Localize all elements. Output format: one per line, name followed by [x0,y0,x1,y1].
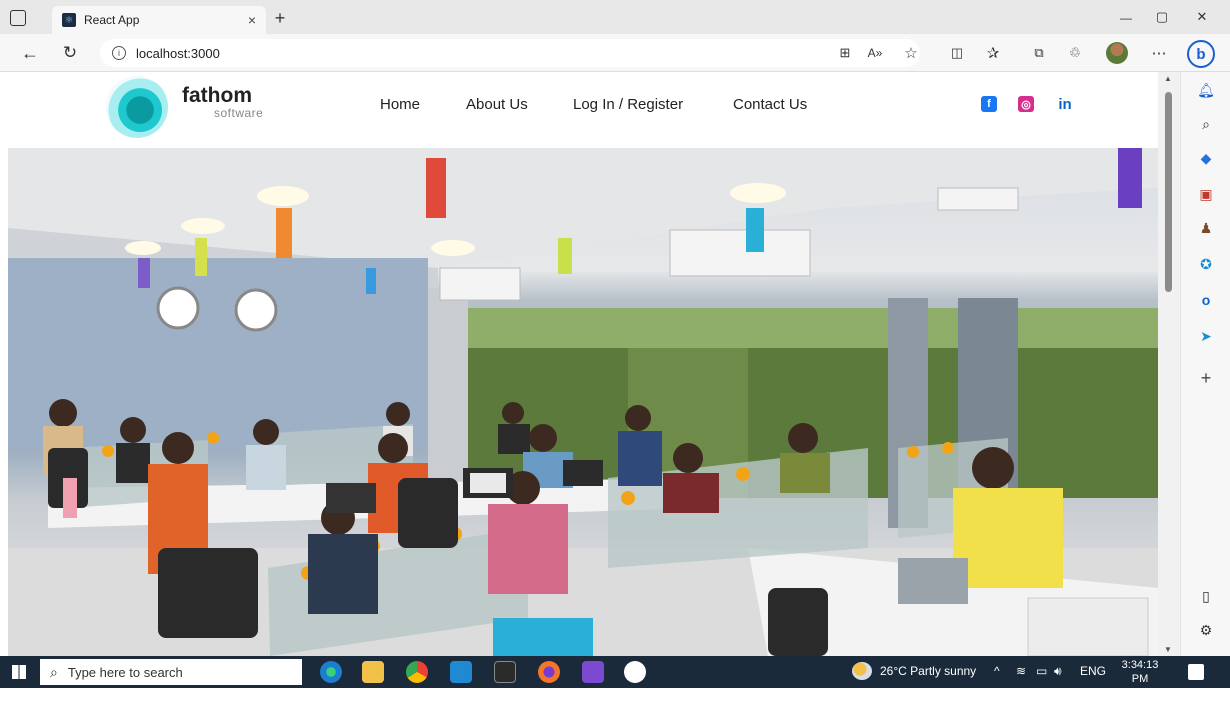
url-text: localhost:3000 [136,45,220,61]
nodejs-icon[interactable] [624,661,646,683]
bell-icon[interactable]: 🔔︎ [1196,80,1216,100]
language-indicator[interactable]: ENG [1080,664,1106,678]
nav-login-register[interactable]: Log In / Register [573,96,683,113]
restore-button[interactable]: ▢ [1152,9,1172,25]
favorites-icon[interactable]: ✰ [984,44,1002,62]
copilot-icon[interactable]: ✪ [1196,254,1216,274]
send-icon[interactable]: ➤ [1196,326,1216,346]
tools-icon[interactable]: ▣ [1196,184,1216,204]
windows-taskbar: ⌕ Type here to search 26°C Partly sunny … [0,656,1230,713]
site-navbar: fathom software Home About Us Log In / R… [0,72,1158,148]
site-info-icon[interactable]: i [112,46,126,60]
browser-tab-bar: ⚛ React App × + — ▢ ✕ [0,0,1230,34]
network-icon[interactable]: ≋ [1016,664,1026,678]
visual-studio-icon[interactable] [582,661,604,683]
sidebar-settings-icon[interactable]: ⚙ [1196,620,1216,640]
refresh-icon[interactable]: ↻ [60,43,80,63]
bing-icon[interactable]: b [1187,40,1215,68]
vscode-icon[interactable] [450,661,472,683]
read-aloud-icon[interactable]: A» [866,44,884,62]
brand-subtitle: software [214,106,264,120]
nav-contact-us[interactable]: Contact Us [733,96,807,113]
clock-date: 09-07-2023 [1124,687,1156,713]
search-icon[interactable]: ⌕ [1196,114,1216,134]
web-page: fathom software Home About Us Log In / R… [0,72,1158,656]
nav-about-us[interactable]: About Us [466,96,528,113]
split-screen-icon[interactable]: ⊞ [836,44,854,62]
games-icon[interactable]: ♟ [1196,218,1216,238]
more-icon[interactable]: ⋯ [1150,44,1168,62]
clock[interactable]: 3:34:13 PM 09-07-2023 [1112,658,1168,714]
taskbar-search-box[interactable]: ⌕ Type here to search [40,659,302,685]
edge-sidebar: 🔔︎ ⌕ ◆ ▣ ♟ ✪ o ➤ + ▯ ⚙ [1180,72,1230,656]
linkedin-icon[interactable]: in [1054,96,1076,113]
weather-icon[interactable] [852,662,872,680]
file-explorer-icon[interactable] [362,661,384,683]
collections-icon[interactable]: ⧉ [1030,44,1048,62]
tab-title: React App [84,13,140,27]
fathom-logo-icon[interactable] [106,76,168,138]
instagram-icon[interactable]: ◎ [1018,96,1034,112]
scrollbar-thumb[interactable] [1165,92,1172,292]
windows-start-icon[interactable] [12,665,26,679]
terminal-icon[interactable] [494,661,516,683]
add-sidebar-icon[interactable]: + [1196,368,1216,388]
office-photo-illustration [8,148,1158,656]
close-window-button[interactable]: ✕ [1192,9,1212,25]
chrome-icon[interactable] [406,661,428,683]
hero-office-photo [8,148,1158,656]
react-favicon-icon: ⚛ [62,13,76,27]
tab-close-icon[interactable]: × [248,12,256,28]
url-field[interactable]: i localhost:3000 [100,39,920,67]
shopping-tag-icon[interactable]: ◆ [1196,148,1216,168]
brand-name[interactable]: fathom [182,84,252,108]
facebook-icon[interactable]: f [981,96,997,112]
volume-icon[interactable]: 🔊︎ [1054,664,1062,679]
address-bar-row: ← ↻ i localhost:3000 ⊞ A» ☆ ◫ ✰ ⧉ ♲ ⋯ b [0,34,1230,72]
profile-avatar[interactable] [1106,42,1128,64]
firefox-icon[interactable] [538,661,560,683]
hide-sidebar-icon[interactable]: ▯ [1196,586,1216,606]
scroll-up-icon[interactable]: ▲ [1164,74,1172,83]
search-icon: ⌕ [50,663,58,680]
weather-text[interactable]: 26°C Partly sunny [880,664,976,678]
outlook-icon[interactable]: o [1196,290,1216,310]
scroll-down-icon[interactable]: ▼ [1164,645,1172,654]
minimize-button[interactable]: — [1116,10,1136,26]
tab-actions-icon[interactable] [10,10,26,26]
back-arrow-icon[interactable]: ← [20,43,40,63]
battery-icon[interactable]: ▭ [1036,664,1047,678]
tray-chevron-icon[interactable]: ^ [994,664,1000,678]
sidebar-toggle-icon[interactable]: ◫ [948,44,966,62]
favorite-star-icon[interactable]: ☆ [902,44,920,62]
new-tab-button[interactable]: + [270,8,290,28]
extensions-icon[interactable]: ♲ [1066,44,1084,62]
page-scrollbar[interactable]: ▲ ▼ [1158,72,1180,656]
search-placeholder: Type here to search [67,664,183,680]
nav-home[interactable]: Home [380,96,420,113]
edge-app-icon[interactable] [320,661,342,683]
notifications-icon[interactable] [1188,664,1204,680]
tab-react-app[interactable]: ⚛ React App × [52,6,266,34]
clock-time: 3:34:13 PM [1121,659,1159,685]
